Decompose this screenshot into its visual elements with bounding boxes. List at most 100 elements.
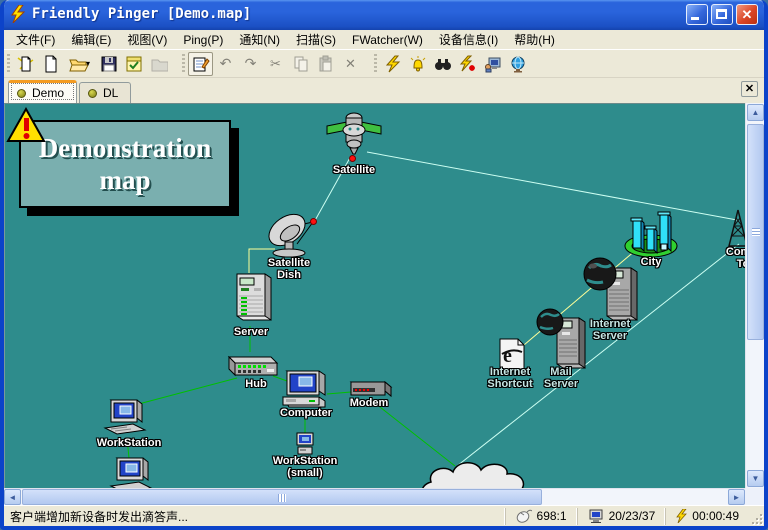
toolbar-gripper[interactable] — [374, 54, 377, 74]
satellite-label[interactable]: Satellite — [333, 164, 375, 176]
mail-server-icon[interactable] — [535, 306, 591, 372]
cut-button[interactable]: ✂ — [263, 52, 288, 76]
satellite-dish-label-line1: Satellite — [268, 257, 310, 269]
fwatcher-bolt-icon — [459, 55, 477, 73]
scroll-right-button[interactable]: ► — [728, 489, 745, 505]
toolbar-gripper[interactable] — [7, 54, 10, 74]
hub-label[interactable]: Hub — [245, 378, 266, 390]
new-page-button[interactable] — [38, 52, 63, 76]
map-status-dot-icon — [17, 89, 26, 98]
toolbar-gripper[interactable] — [182, 54, 185, 74]
network-cloud-graphic: Network — [413, 448, 553, 488]
scroll-left-button[interactable]: ◄ — [4, 489, 21, 505]
close-map-button[interactable] — [146, 52, 171, 76]
save-button[interactable] — [96, 52, 121, 76]
paste-button[interactable] — [313, 52, 338, 76]
internet-shortcut-line2: Shortcut — [487, 378, 532, 390]
workstation-small-line1: WorkStation — [273, 455, 338, 467]
resize-grip[interactable] — [749, 511, 763, 525]
horizontal-scroll-thumb[interactable] — [22, 489, 542, 505]
computer-label[interactable]: Computer — [280, 407, 332, 419]
scroll-up-button[interactable]: ▲ — [747, 104, 764, 121]
world-button[interactable] — [505, 52, 530, 76]
warning-icon — [6, 107, 46, 145]
mail-server-line1: Mail — [544, 366, 578, 378]
internet-server-label[interactable]: Internet Server — [590, 318, 630, 342]
ping-button[interactable] — [380, 52, 405, 76]
menu-help[interactable]: 帮助(H) — [506, 29, 563, 50]
world-globe-icon — [509, 55, 527, 73]
internet-server-icon[interactable] — [583, 256, 643, 326]
satellite-dish-label[interactable]: Satellite Dish — [268, 257, 310, 281]
menu-file[interactable]: 文件(F) — [8, 29, 63, 50]
fwatcher-button[interactable] — [455, 52, 480, 76]
undo-icon: ↶ — [220, 55, 232, 72]
notification-button[interactable] — [405, 52, 430, 76]
thumb-grip — [752, 228, 760, 236]
device-info-button[interactable] — [480, 52, 505, 76]
computer-icon[interactable] — [279, 367, 331, 409]
workstation-small-label[interactable]: WorkStation (small) — [273, 455, 338, 479]
menu-scan[interactable]: 扫描(S) — [288, 29, 344, 50]
close-button[interactable]: ✕ — [736, 4, 758, 25]
map-properties-button[interactable] — [121, 52, 146, 76]
satellite-icon[interactable] — [325, 110, 383, 158]
tab-dl[interactable]: DL — [79, 82, 131, 103]
server-icon[interactable] — [229, 270, 273, 326]
hub-icon[interactable] — [221, 349, 279, 379]
open-button[interactable]: ▾ — [63, 52, 96, 76]
new-page-icon — [42, 55, 60, 73]
workstation-small-icon[interactable] — [293, 432, 317, 455]
undo-button[interactable]: ↶ — [213, 52, 238, 76]
workstation2-icon[interactable] — [109, 456, 153, 488]
menu-edit[interactable]: 编辑(E) — [63, 29, 119, 50]
edit-mode-button[interactable] — [188, 52, 213, 76]
new-map-button[interactable] — [13, 52, 38, 76]
menu-view[interactable]: 视图(V) — [119, 29, 175, 50]
internet-server-line2: Server — [590, 330, 630, 342]
menu-fwatcher[interactable]: FWatcher(W) — [344, 31, 431, 49]
comm-tower-label[interactable]: Comm To — [726, 246, 745, 270]
workstation-icon[interactable] — [103, 398, 147, 438]
menu-notify[interactable]: 通知(N) — [231, 29, 288, 50]
elapsed-time-value: 00:00:49 — [692, 509, 739, 523]
scroll-down-button[interactable]: ▼ — [747, 470, 764, 487]
tab-demo[interactable]: Demo — [8, 80, 77, 103]
status-panel-devices: 20/23/37 — [577, 508, 666, 525]
open-dropdown-icon[interactable]: ▾ — [86, 59, 90, 68]
menu-bar: 文件(F) 编辑(E) 视图(V) Ping(P) 通知(N) 扫描(S) FW… — [4, 30, 764, 49]
toolbar-group-edit: ↶ ↷ ✂ ✕ — [181, 51, 363, 77]
menu-device-info[interactable]: 设备信息(I) — [431, 29, 506, 50]
server-label[interactable]: Server — [234, 326, 268, 338]
menu-ping[interactable]: Ping(P) — [175, 31, 231, 49]
mail-server-label[interactable]: Mail Server — [544, 366, 578, 390]
vertical-scroll-thumb[interactable] — [747, 124, 764, 340]
redo-button[interactable]: ↷ — [238, 52, 263, 76]
minimize-button[interactable] — [686, 4, 708, 25]
toolbar-group-tools — [373, 51, 530, 77]
delete-button[interactable]: ✕ — [338, 52, 363, 76]
status-bar: 客户端增加新设备时发出滴答声... 698:1 20/23/37 00:00:4… — [4, 505, 764, 526]
copy-button[interactable] — [288, 52, 313, 76]
internet-shortcut-label[interactable]: Internet Shortcut — [487, 366, 532, 390]
city-label[interactable]: City — [641, 256, 662, 268]
network-map-canvas[interactable]: Demonstration map Satellite — [4, 103, 745, 488]
comm-tower-icon[interactable] — [723, 208, 745, 248]
maximize-button[interactable] — [711, 4, 733, 25]
status-message: 客户端增加新设备时发出滴答声... — [4, 508, 505, 525]
city-icon[interactable] — [623, 206, 679, 258]
status-lightning-icon — [676, 509, 687, 523]
satellite-dish-icon[interactable] — [257, 208, 319, 258]
scan-button[interactable] — [430, 52, 455, 76]
internet-shortcut-line1: Internet — [487, 366, 532, 378]
workstation-label[interactable]: WorkStation — [97, 437, 162, 449]
task-check-icon — [125, 55, 143, 73]
modem-label[interactable]: Modem — [350, 397, 389, 409]
minimize-icon — [691, 17, 699, 20]
tab-panel-close-button[interactable]: ✕ — [741, 81, 758, 97]
network-cloud-icon[interactable]: Network — [413, 448, 553, 488]
horizontal-scrollbar[interactable]: ◄ ► — [4, 488, 745, 505]
window-title: Friendly Pinger [Demo.map] — [32, 6, 683, 22]
satellite-alert-dot — [349, 155, 356, 162]
vertical-scrollbar[interactable]: ▲ ▼ — [745, 103, 764, 488]
